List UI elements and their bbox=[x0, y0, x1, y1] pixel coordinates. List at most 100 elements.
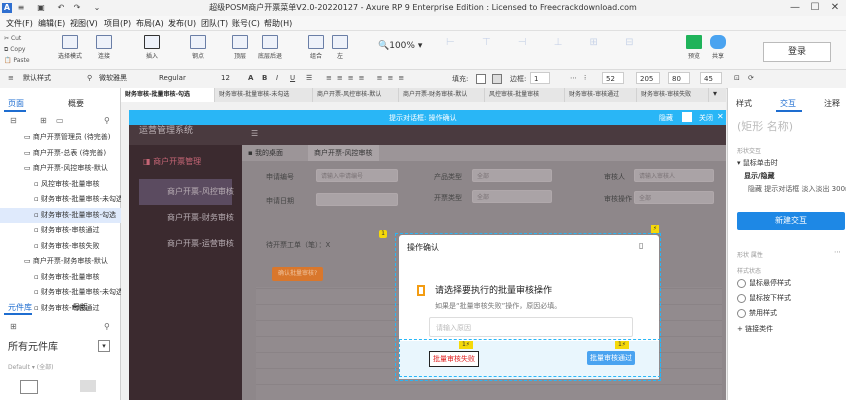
h-input[interactable]: 45 bbox=[700, 72, 722, 84]
align-left-button[interactable]: 左 bbox=[330, 35, 350, 60]
top-button[interactable]: 顶层 bbox=[230, 35, 250, 60]
weight-select[interactable]: Regular bbox=[156, 72, 208, 84]
add-page-icon[interactable]: ⊞ bbox=[40, 116, 47, 125]
combine-button[interactable]: 组合 bbox=[306, 35, 326, 60]
tab-style[interactable]: 样式 bbox=[736, 98, 752, 109]
font-select[interactable]: 微软雅黑 bbox=[96, 72, 152, 84]
select-mode-button[interactable]: 选择模式 bbox=[54, 35, 86, 60]
selection-bar[interactable]: 提示对话框: 操作确认 隐藏 关闭 ✕ bbox=[129, 110, 726, 125]
new-interaction-button[interactable]: 新建交互 bbox=[737, 212, 845, 230]
text-align-icons[interactable]: ≡≡≡≡ ≡≡≡ bbox=[326, 74, 409, 82]
apply-no-input[interactable]: 请输入申请编号 bbox=[316, 169, 398, 182]
insert-button[interactable]: 插入 bbox=[140, 35, 164, 60]
add-folder-icon[interactable]: ▭ bbox=[56, 116, 64, 125]
doc-tab[interactable]: 商户开票-财务审核-默认 bbox=[399, 88, 485, 102]
fill-color-swatch[interactable] bbox=[476, 74, 486, 84]
menu-help[interactable]: 帮助(H) bbox=[264, 18, 292, 29]
lock-ratio-icon[interactable]: ⊡ bbox=[734, 74, 740, 82]
doc-tab[interactable]: 商户开票-风控审核-默认 bbox=[313, 88, 399, 102]
menu-account[interactable]: 账号(C) bbox=[232, 18, 260, 29]
menu-file[interactable]: 文件(F) bbox=[6, 18, 33, 29]
menu-view[interactable]: 视图(V) bbox=[70, 18, 98, 29]
product-type-select[interactable]: 全部 bbox=[472, 169, 552, 182]
bold-icon[interactable]: B bbox=[262, 74, 267, 82]
share-button[interactable]: 共享 bbox=[708, 35, 728, 60]
fail-annotation-badge[interactable]: 1⚡ bbox=[459, 341, 473, 349]
menu-layout[interactable]: 布局(A) bbox=[136, 18, 164, 29]
expand-all-icon[interactable]: ⊟ bbox=[10, 116, 17, 125]
library-search-icon[interactable]: ⚲ bbox=[104, 322, 110, 331]
library-default-label[interactable]: Default ▾ (全部) bbox=[8, 362, 53, 371]
side-menu-item[interactable]: 商户开票-财务审核 bbox=[139, 205, 239, 231]
y-input[interactable]: 205 bbox=[636, 72, 660, 84]
paste-button[interactable]: 📋 Paste bbox=[4, 55, 30, 66]
shadow-swatch[interactable] bbox=[492, 74, 502, 84]
page-tab[interactable]: 商户开票-风控审核 bbox=[308, 145, 379, 161]
rotate-icon[interactable]: ⟳ bbox=[748, 74, 754, 82]
disabled-style-item[interactable]: 禁用样式 bbox=[737, 308, 777, 318]
doc-tab[interactable]: 财务审核-批量审核-未勾选 bbox=[215, 88, 313, 102]
tabs-overflow-icon[interactable]: ▾ bbox=[713, 89, 717, 98]
side-menu-item-active[interactable]: ◨ 商户开票管理 bbox=[135, 153, 239, 171]
border-style-icon[interactable]: ⋯ bbox=[570, 74, 577, 82]
connect-button[interactable]: 连接 bbox=[92, 35, 116, 60]
side-menu-item[interactable]: 商户开票-运营审核 bbox=[139, 231, 239, 257]
home-breadcrumb[interactable]: ▪ 我的桌面 bbox=[248, 148, 283, 158]
border-width-input[interactable]: 1 bbox=[530, 72, 550, 84]
x-input[interactable]: 52 bbox=[602, 72, 624, 84]
cut-button[interactable]: ✂ Cut bbox=[4, 33, 30, 44]
back-button[interactable]: 底层后退 bbox=[255, 35, 285, 60]
underline-icon[interactable]: U bbox=[290, 74, 295, 82]
preview-button[interactable]: 预览 bbox=[684, 35, 704, 60]
font-size-select[interactable]: 12 bbox=[218, 72, 242, 84]
italic-icon[interactable]: I bbox=[276, 74, 278, 82]
event-label[interactable]: ▾ 鼠标单击时 bbox=[737, 158, 778, 168]
login-button[interactable]: 登录 bbox=[763, 42, 831, 62]
hover-style-item[interactable]: 鼠标悬停样式 bbox=[737, 278, 791, 288]
more-icon[interactable]: ⋯ bbox=[834, 248, 841, 256]
design-canvas[interactable]: 提示对话框: 操作确认 隐藏 关闭 ✕ 运营管理系统 ☰ ◨ 商户开票管理 商户… bbox=[129, 110, 726, 400]
apply-date-input[interactable] bbox=[316, 193, 398, 206]
library-dropdown[interactable]: 所有元件库 bbox=[8, 338, 58, 353]
format-painter-icon[interactable]: ⚲ bbox=[87, 74, 92, 82]
hamburger-icon[interactable]: ☰ bbox=[251, 129, 258, 138]
auditor-input[interactable]: 请输入审核人 bbox=[634, 169, 714, 182]
zoom-control[interactable]: 🔍100% ▾ bbox=[378, 41, 422, 51]
hide-button[interactable]: 隐藏 bbox=[659, 113, 673, 123]
pressed-style-item[interactable]: 鼠标按下样式 bbox=[737, 293, 791, 303]
action-detail[interactable]: 隐藏 提示对话框 淡入淡出 300ms bbox=[748, 184, 846, 194]
tab-pages[interactable]: 页面 bbox=[8, 98, 24, 109]
w-input[interactable]: 80 bbox=[668, 72, 690, 84]
pass-annotation-badge[interactable]: 1⚡ bbox=[615, 341, 629, 349]
library-menu-icon[interactable]: ▾ bbox=[98, 340, 110, 352]
annotation-badge[interactable]: 1 bbox=[379, 230, 387, 238]
tab-masters[interactable]: 母版 bbox=[72, 302, 88, 313]
action-label[interactable]: 显示/隐藏 bbox=[744, 171, 775, 181]
hide-checkbox[interactable] bbox=[682, 112, 692, 122]
add-library-icon[interactable]: ⊞ bbox=[10, 322, 17, 331]
minimize-icon[interactable]: — bbox=[788, 1, 802, 15]
tab-outline[interactable]: 概要 bbox=[68, 98, 84, 109]
doc-tab-active[interactable]: 财务审核-批量审核-勾选 bbox=[121, 88, 215, 102]
style-select[interactable]: 默认样式 bbox=[20, 72, 84, 84]
maximize-icon[interactable]: ☐ bbox=[808, 1, 822, 15]
menu-team[interactable]: 团队(T) bbox=[201, 18, 228, 29]
reason-input[interactable]: 请输入原因 bbox=[429, 317, 633, 337]
copy-button[interactable]: ⧉ Copy bbox=[4, 44, 30, 55]
dialog-close-icon[interactable]: ▯ bbox=[639, 241, 643, 250]
side-menu-item[interactable]: 商户开票-风控审核 bbox=[139, 179, 234, 205]
close-selection-button[interactable]: 关闭 bbox=[699, 113, 713, 123]
batch-fail-button[interactable]: 批量审核失败 bbox=[429, 351, 479, 367]
doc-tab[interactable]: 财务审核-审核失败 bbox=[637, 88, 709, 102]
tab-interactions[interactable]: 交互 bbox=[780, 98, 796, 109]
audit-op-select[interactable]: 全部 bbox=[634, 191, 714, 204]
tab-libraries[interactable]: 元件库 bbox=[8, 302, 32, 313]
doc-tab[interactable]: 财务审核-审核通过 bbox=[565, 88, 637, 102]
tab-notes[interactable]: 注释 bbox=[824, 98, 840, 109]
batch-pass-button[interactable]: 批量审核通过 bbox=[587, 351, 635, 365]
batch-audit-button[interactable]: 确认批量审核? bbox=[272, 267, 324, 281]
close-selection-icon[interactable]: ✕ bbox=[717, 112, 724, 121]
menu-publish[interactable]: 发布(U) bbox=[168, 18, 196, 29]
doc-tab[interactable]: 风控审核-批量审核 bbox=[485, 88, 565, 102]
border-dash-icon[interactable]: ⁝ bbox=[584, 74, 586, 82]
